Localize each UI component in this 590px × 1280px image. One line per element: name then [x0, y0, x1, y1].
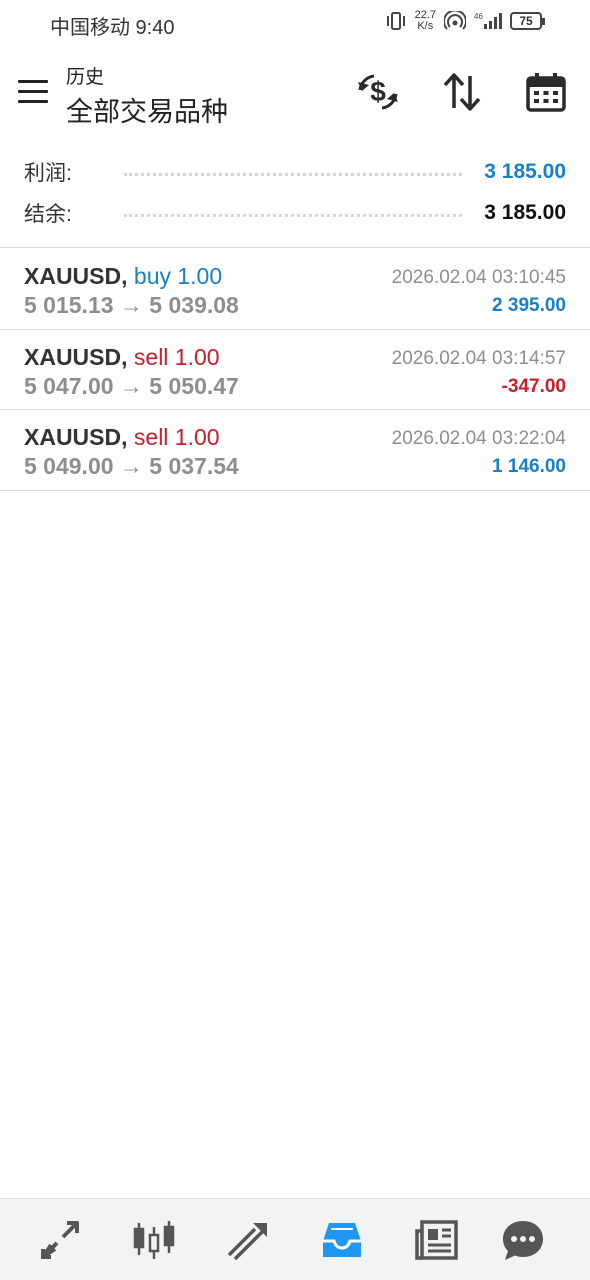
app-header: 历史 全部交易品种 $: [0, 46, 590, 146]
deal-profit: -347.00: [501, 376, 566, 397]
deal-row[interactable]: XAUUSD, buy 1.00 5 015.13 → 5 039.08 202…: [0, 249, 590, 329]
page-subtitle: 历史: [66, 67, 105, 88]
signal-icon: 46: [474, 12, 502, 29]
profit-label: 利润:: [24, 162, 72, 185]
svg-text:$: $: [370, 76, 386, 107]
deal-prices: 5 049.00 → 5 037.54: [24, 453, 239, 479]
deal-type-volume: buy 1.00: [133, 263, 223, 289]
bottom-navigation: [0, 1198, 590, 1280]
balance-value: 3 185.00: [484, 201, 566, 224]
balance-row: 结余: 3 185.00: [24, 193, 566, 233]
hotspot-icon: [444, 11, 466, 30]
summary-section: 利润: 3 185.00 结余: 3 185.00: [0, 150, 590, 246]
page-title[interactable]: 全部交易品种: [66, 90, 228, 129]
deal-type-volume: sell 1.00: [133, 424, 220, 450]
profit-row: 利润: 3 185.00: [24, 152, 566, 192]
carrier-time: 中国移动 9:40: [50, 17, 175, 39]
status-bar: 中国移动 9:40 22.7 K/s 46 75: [0, 0, 590, 46]
battery-indicator: 75: [510, 12, 545, 30]
svg-text:46: 46: [474, 12, 483, 21]
deal-time: 2026.02.04 03:22:04: [391, 428, 566, 449]
menu-icon[interactable]: [18, 80, 48, 104]
chat-icon[interactable]: [500, 1217, 546, 1263]
currency-exchange-icon[interactable]: $: [356, 70, 400, 114]
deal-time: 2026.02.04 03:10:45: [391, 267, 566, 288]
history-icon[interactable]: [319, 1217, 365, 1263]
deal-type-volume: sell 1.00: [133, 344, 220, 370]
deal-profit: 2 395.00: [492, 295, 566, 316]
deal-time: 2026.02.04 03:14:57: [391, 348, 566, 369]
balance-label: 结余:: [24, 203, 72, 226]
trade-icon[interactable]: [225, 1217, 271, 1263]
deal-symbol: XAUUSD, buy 1.00: [24, 263, 223, 289]
chart-icon[interactable]: [131, 1217, 177, 1263]
vibrate-icon: [386, 12, 405, 30]
deal-row[interactable]: XAUUSD, sell 1.00 5 047.00 → 5 050.47 20…: [0, 330, 590, 410]
dotted-leader: [124, 213, 463, 217]
deal-prices: 5 047.00 → 5 050.47: [24, 373, 239, 399]
quotes-icon[interactable]: [37, 1217, 83, 1263]
divider: [0, 490, 590, 491]
profit-value: 3 185.00: [484, 160, 566, 183]
dotted-leader: [124, 172, 463, 176]
deal-prices: 5 015.13 → 5 039.08: [24, 292, 239, 318]
deal-symbol: XAUUSD, sell 1.00: [24, 424, 220, 450]
deal-profit: 1 146.00: [492, 456, 566, 477]
news-icon[interactable]: [414, 1217, 460, 1263]
status-icons: 22.7 K/s 46 75: [385, 9, 545, 32]
net-speed: 22.7 K/s: [414, 9, 436, 32]
deal-symbol: XAUUSD, sell 1.00: [24, 344, 220, 370]
divider: [0, 247, 590, 248]
sort-icon[interactable]: [440, 70, 484, 114]
calendar-icon[interactable]: [524, 70, 568, 114]
deal-row[interactable]: XAUUSD, sell 1.00 5 049.00 → 5 037.54 20…: [0, 410, 590, 490]
